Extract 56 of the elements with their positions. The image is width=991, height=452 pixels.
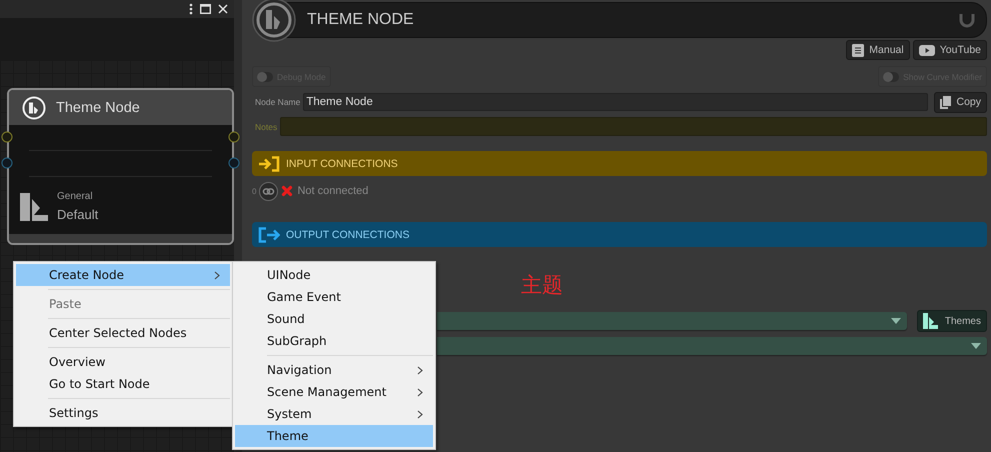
menu-item[interactable]: SubGraph — [235, 330, 433, 352]
theme-node-card[interactable]: Theme Node General Default — [7, 88, 234, 245]
notes-field[interactable] — [280, 117, 987, 136]
node-category: General — [57, 191, 94, 202]
menu-item[interactable]: Center Selected Nodes — [16, 322, 230, 344]
u-logo-icon — [958, 12, 976, 28]
close-icon[interactable] — [218, 4, 228, 14]
field-label: Node Name — [254, 97, 300, 107]
theme-icon — [20, 192, 48, 220]
arrow-out-icon — [258, 226, 280, 242]
menu-item[interactable]: System — [235, 403, 433, 425]
chevron-right-icon — [417, 388, 423, 396]
link-icon[interactable] — [259, 182, 278, 200]
copy-button[interactable]: Copy — [934, 92, 987, 112]
youtube-button[interactable]: YouTube — [912, 40, 987, 60]
chevron-right-icon — [417, 366, 423, 374]
connection-index: 0 — [252, 186, 256, 196]
menu-item[interactable]: Overview — [16, 351, 230, 373]
output-connections-header[interactable]: OUTPUT CONNECTIONS — [252, 222, 987, 247]
input-port-icon[interactable] — [228, 131, 240, 143]
menu-item[interactable]: Navigation — [235, 359, 433, 381]
output-port-icon[interactable] — [228, 157, 240, 169]
chevron-right-icon — [417, 410, 423, 418]
chevron-right-icon — [214, 270, 220, 280]
menu-item[interactable]: Theme — [235, 425, 433, 447]
book-icon — [852, 44, 864, 56]
connection-status: Not connected — [297, 185, 368, 197]
input-connections-header[interactable]: INPUT CONNECTIONS — [252, 151, 987, 176]
menu-item[interactable]: Create Node — [16, 264, 230, 286]
menu-item[interactable]: Scene Management — [235, 381, 433, 403]
node-name-field[interactable]: Theme Node — [303, 93, 928, 111]
theme-icon — [922, 313, 938, 329]
output-port-icon[interactable] — [1, 157, 13, 169]
input-port-icon[interactable] — [1, 131, 13, 143]
logo-icon — [22, 96, 46, 120]
themes-button[interactable]: Themes — [916, 310, 987, 332]
menu-item[interactable]: UINode — [235, 264, 433, 286]
menu-item[interactable]: Game Event — [235, 286, 433, 308]
menu-item[interactable]: Settings — [16, 402, 230, 424]
menu-item[interactable]: Sound — [235, 308, 433, 330]
node-title: Theme Node — [56, 100, 140, 116]
arrow-in-icon — [258, 156, 280, 172]
dropdown-arrow-icon — [971, 343, 981, 349]
field-label: Notes — [254, 122, 278, 132]
annotation: 主题 — [521, 273, 563, 297]
maximize-icon[interactable] — [200, 4, 211, 14]
inspector-title: THEME NODE — [307, 11, 414, 29]
copy-icon — [940, 96, 952, 108]
dropdown-arrow-icon — [890, 318, 901, 324]
logo-icon — [252, 0, 296, 42]
manual-button[interactable]: Manual — [846, 40, 910, 60]
more-icon[interactable] — [189, 3, 193, 15]
cross-icon — [281, 185, 294, 197]
play-icon — [918, 44, 935, 56]
node-value: Default — [57, 207, 98, 222]
menu-item[interactable]: Go to Start Node — [16, 373, 230, 395]
